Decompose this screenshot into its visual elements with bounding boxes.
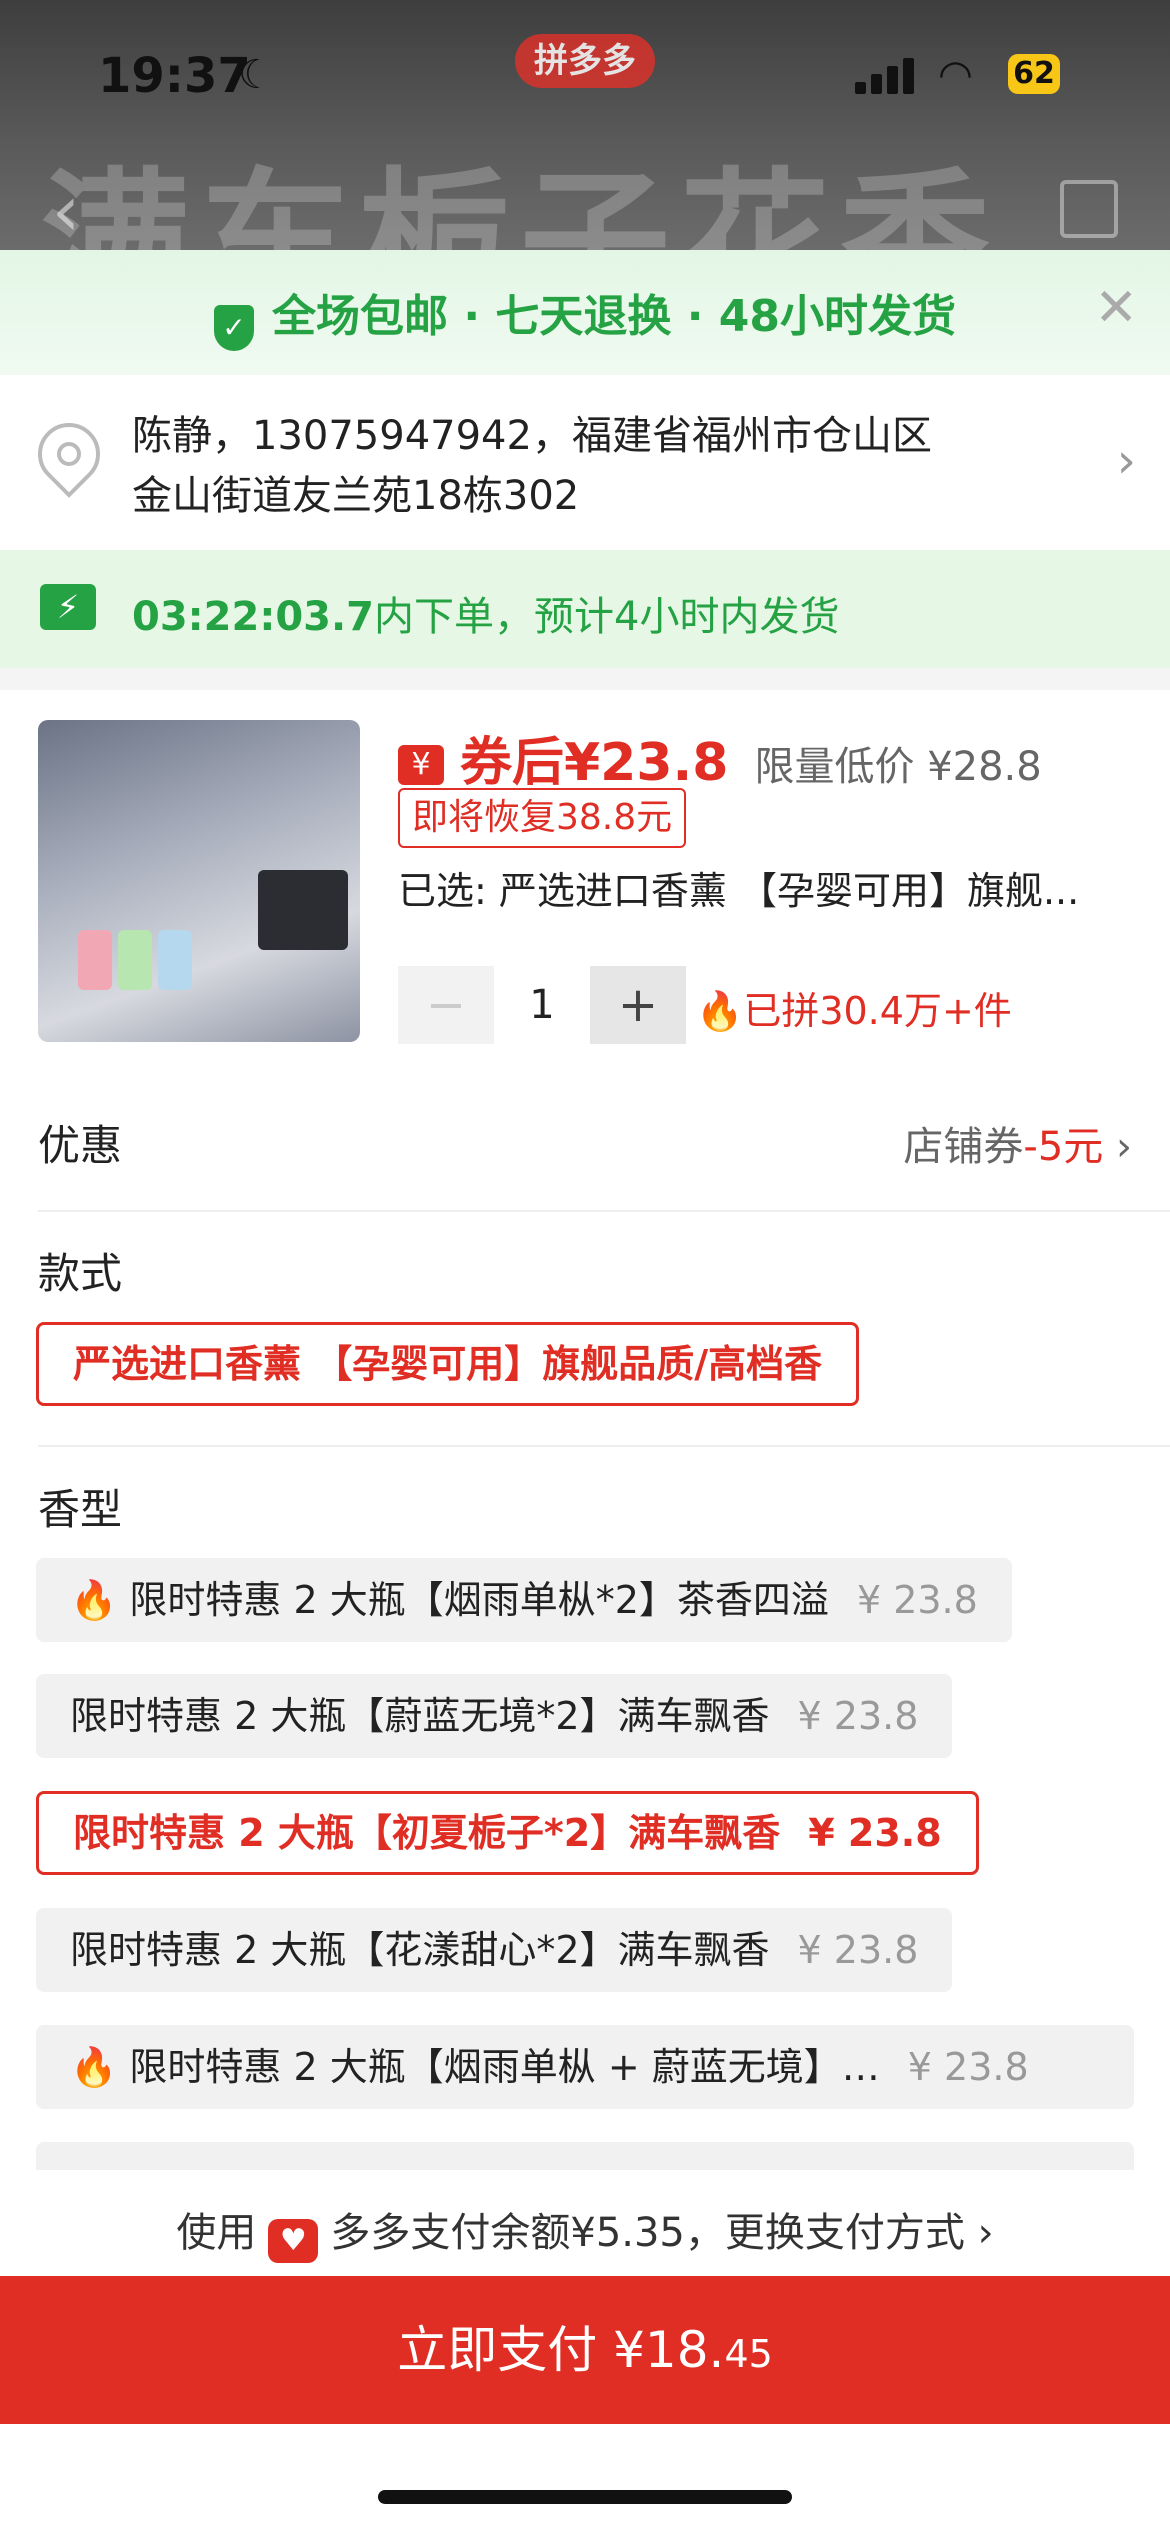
shipping-banner: ⚡ 03:22:03.7内下单，预计4小时内发货 [0,550,1170,668]
fire-icon: 🔥 [70,1578,118,1622]
payment-prefix: 使用 [176,2210,257,2256]
pay-now-cents: 45 [724,2332,773,2376]
scent-option[interactable]: 🔥 限时特惠 2 大瓶【烟雨单枞*2】茶香四溢 ¥ 23.8 [36,1558,1012,1642]
location-pin-icon [25,410,113,498]
coupon-icon: ¥ [398,745,444,785]
pay-now-button[interactable]: 立即支付 ¥18.45 [0,2276,1170,2424]
price-row: ¥ 券后¥23.8 限量低价 ¥28.8 [398,720,1042,795]
scent-section-label: 香型 [38,1485,123,1534]
status-time: 19:37 [98,48,251,104]
product-summary: ¥ 券后¥23.8 限量低价 ¥28.8 即将恢复38.8元 已选: 严选进口香薰 … [0,690,1170,1090]
moon-icon: ☾ [238,52,274,98]
restore-price-tag: 即将恢复38.8元 [398,788,687,848]
shipping-text: 内下单，预计4小时内发货 [374,594,840,640]
checkout-sheet: ✓ 全场包邮 · 七天退换 · 48小时发货 ✕ 陈静，13075947942，福… [0,250,1170,2532]
limited-price: 限量低价 ¥28.8 [754,744,1042,790]
share-icon[interactable] [1060,180,1118,238]
signal-icon [855,54,915,94]
truck-icon: ⚡ [40,584,96,630]
pay-now-label: 立即支付 ¥18. [397,2321,725,2379]
store-coupon-value: -5元 [1023,1124,1104,1170]
shipping-countdown: 03:22:03.7 [132,594,375,640]
close-icon[interactable]: ✕ [1094,278,1138,338]
chevron-right-icon: › [1116,1124,1132,1170]
divider [38,1445,1170,1447]
heart-wallet-icon: ♥ [268,2219,319,2263]
quantity-minus-button[interactable]: − [398,966,494,1044]
style-section-label: 款式 [38,1249,123,1298]
address-line2: 金山街道友兰苑18栋302 [132,473,580,519]
address-row[interactable]: 陈静，13075947942，福建省福州市仓山区 金山街道友兰苑18栋302 › [0,375,1170,550]
scent-option[interactable]: 限时特惠 2 大瓶【花漾甜心*2】满车飘香 ¥ 23.8 [36,1908,953,1992]
scent-option-selected[interactable]: 限时特惠 2 大瓶【初夏栀子*2】满车飘香 ¥ 23.8 [36,1791,979,1875]
promo-text: 全场包邮 · 七天退换 · 48小时发货 [272,291,956,342]
scent-option[interactable]: 🔥 限时特惠 2 大瓶【烟雨单枞 + 蔚蓝无境】… ¥ 23.8 [36,2025,1134,2109]
payment-text: 多多支付余额¥5.35，更换支付方式 [330,2210,965,2256]
wifi-icon: ◠ [938,52,973,98]
style-option[interactable]: 严选进口香薰 【孕婴可用】旗舰品质/高档香 [36,1322,860,1406]
chevron-right-icon: › [1116,433,1136,489]
fire-icon: 🔥 [696,989,744,1033]
selected-variant: 已选: 严选进口香薰 【孕婴可用】旗舰... [398,869,1080,913]
product-thumbnail[interactable] [38,720,360,1042]
sold-count: 已拼30.4万+件 [743,989,1012,1033]
battery-icon: 62 [1008,54,1060,94]
status-bar: 19:37 ☾ 拼多多 ◠ 62 [0,0,1170,150]
chevron-right-icon: › [977,2210,994,2256]
payment-method-row[interactable]: 使用 ♥ 多多支付余额¥5.35，更换支付方式 › [0,2170,1170,2276]
divider [38,1210,1170,1212]
quantity-plus-button[interactable]: + [590,966,686,1044]
address-line1: 陈静，13075947942，福建省福州市仓山区 [132,413,932,459]
fire-icon: 🔥 [70,2045,118,2089]
after-coupon-price: 券后¥23.8 [460,733,729,793]
discount-label: 优惠 [38,1121,123,1170]
shield-check-icon: ✓ [214,305,255,351]
back-icon[interactable]: ‹ [52,170,80,252]
app-badge: 拼多多 [515,34,655,88]
home-indicator[interactable] [378,2490,792,2504]
quantity-value[interactable]: 1 [494,966,590,1044]
store-coupon-row[interactable]: 店铺券-5元 › [903,1114,1132,1172]
store-coupon-label: 店铺券 [903,1124,1024,1170]
promo-banner: ✓ 全场包邮 · 七天退换 · 48小时发货 ✕ [0,250,1170,375]
scent-option[interactable]: 限时特惠 2 大瓶【蔚蓝无境*2】满车飘香 ¥ 23.8 [36,1674,953,1758]
section-gap [0,668,1170,690]
